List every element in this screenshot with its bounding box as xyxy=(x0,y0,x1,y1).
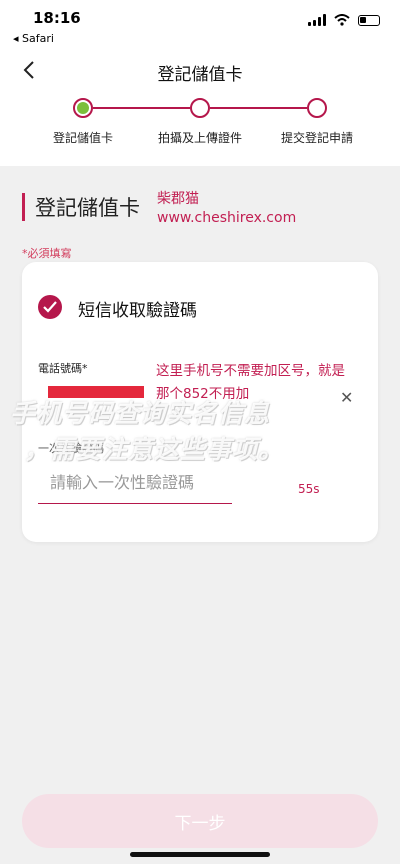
step-2-indicator xyxy=(190,98,210,118)
brand-name: 柴郡猫 xyxy=(157,191,199,207)
status-icons xyxy=(308,14,380,26)
back-to-safari-link[interactable]: ◂ Safari xyxy=(13,32,54,45)
otp-input[interactable] xyxy=(38,462,232,504)
step-3-indicator xyxy=(307,98,327,118)
required-note: *必須填寫 xyxy=(22,247,72,260)
check-circle-icon xyxy=(38,295,62,319)
status-time: 18:16 xyxy=(33,9,81,27)
step-3-label: 提交登記申請 xyxy=(280,131,353,145)
section-heading: 登記儲值卡 xyxy=(22,192,140,222)
battery-icon xyxy=(358,14,380,26)
watermark-overlay: 手机号码查询实名信息 ，需要注意这些事项。 xyxy=(0,394,400,466)
nav-bar: 登記儲值卡 xyxy=(0,48,400,94)
brand-url: www.cheshirex.com xyxy=(157,210,297,226)
status-bar: 18:16 ◂ Safari xyxy=(0,0,400,48)
next-button[interactable]: 下一步 xyxy=(22,794,378,848)
step-2-label: 拍攝及上傳證件 xyxy=(157,131,242,145)
step-1-indicator xyxy=(73,98,93,118)
page-title: 登記儲值卡 xyxy=(157,65,243,85)
progress-stepper: 登記儲值卡 拍攝及上傳證件 提交登記申請 xyxy=(0,94,400,166)
home-indicator xyxy=(130,852,270,857)
cellular-signal-icon xyxy=(308,14,326,26)
watermark-line-2: ，需要注意这些事项。 xyxy=(24,435,285,464)
step-connector xyxy=(210,107,307,109)
wifi-icon xyxy=(334,14,350,26)
card-title: 短信收取驗證碼 xyxy=(78,301,197,321)
section-accent-bar xyxy=(22,193,25,221)
watermark-line-1: 手机号码查询实名信息 xyxy=(10,399,271,428)
resend-countdown: 55s xyxy=(298,482,320,496)
section-title: 登記儲值卡 xyxy=(35,196,140,220)
step-1-label: 登記儲值卡 xyxy=(52,131,113,145)
step-connector xyxy=(93,107,190,109)
phone-number-label: 電話號碼* xyxy=(38,362,88,375)
